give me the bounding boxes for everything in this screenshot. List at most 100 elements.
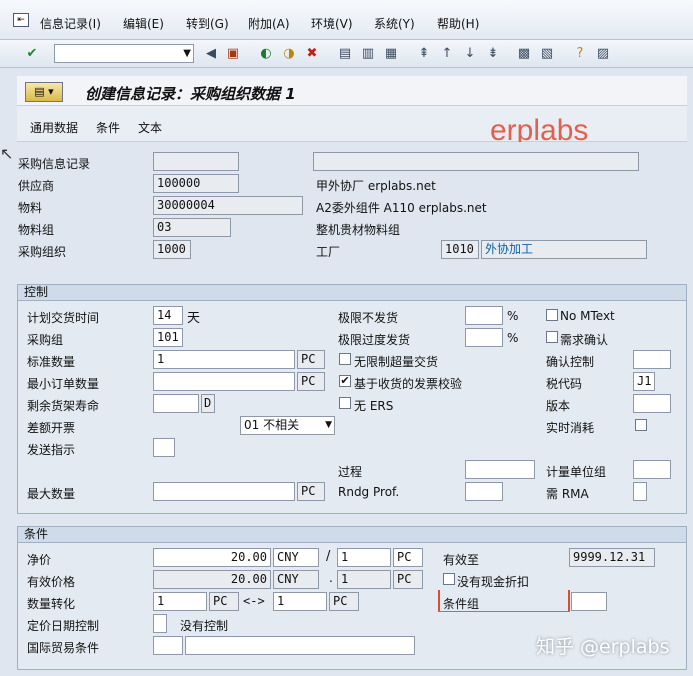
- conf-ctrl-field[interactable]: [633, 350, 671, 369]
- help-icon[interactable]: ?: [572, 46, 588, 62]
- print-icon[interactable]: ▤: [337, 46, 353, 62]
- no-cash-disc-checkbox[interactable]: [443, 573, 455, 585]
- qty-conv-left-unit: PC: [209, 592, 239, 611]
- tab-conditions[interactable]: 条件: [96, 119, 120, 136]
- min-qty-field[interactable]: [153, 372, 295, 391]
- sap-menu-icon[interactable]: ⇤: [13, 13, 29, 27]
- diff-invoice-label: 差额开票: [27, 421, 76, 435]
- qty-conv-right-field[interactable]: 1: [273, 592, 327, 611]
- gr-iv-checkbox[interactable]: ✔: [339, 375, 351, 387]
- chevron-down-icon[interactable]: ▼: [183, 45, 191, 62]
- cancel-icon[interactable]: ✖: [304, 46, 320, 62]
- back-icon[interactable]: ◐: [258, 46, 274, 62]
- back-triangle-icon[interactable]: ◀: [203, 46, 219, 62]
- pricing-date-label: 定价日期控制: [27, 619, 100, 633]
- uom-group-label: 计量单位组: [546, 465, 607, 479]
- plant-desc-field: 外协加工: [481, 240, 647, 259]
- std-qty-label: 标准数量: [27, 355, 76, 369]
- version-label: 版本: [546, 399, 571, 413]
- enter-icon[interactable]: ✔: [24, 46, 40, 62]
- eff-price-currency: CNY: [273, 570, 319, 589]
- no-mtext-checkbox[interactable]: [546, 309, 558, 321]
- process-field[interactable]: [465, 460, 535, 479]
- over-tol-field[interactable]: [465, 328, 503, 347]
- tab-texts[interactable]: 文本: [138, 119, 162, 136]
- cond-group-label: 条件组: [443, 597, 480, 611]
- purch-group-field[interactable]: 101: [153, 328, 183, 347]
- menu-help[interactable]: 帮助(H): [437, 15, 479, 32]
- first-page-icon[interactable]: ⇞: [416, 46, 432, 62]
- find-icon[interactable]: ▥: [360, 46, 376, 62]
- eff-price-field: 20.00: [153, 570, 271, 589]
- exit-icon[interactable]: ◑: [281, 46, 297, 62]
- menu-bar: ⇤ 信息记录(I) 编辑(E) 转到(G) 附加(A) 环境(V) 系统(Y) …: [0, 0, 693, 40]
- vendor-desc: 甲外协厂 erplabs.net: [316, 179, 436, 193]
- menu-environment[interactable]: 环境(V): [311, 15, 353, 32]
- info-record-label: 采购信息记录: [18, 157, 91, 171]
- tax-code-label: 税代码: [546, 377, 583, 391]
- purch-org-label: 采购组织: [18, 245, 67, 259]
- last-page-icon[interactable]: ⇟: [485, 46, 501, 62]
- rt-consume-label: 实时消耗: [546, 421, 595, 435]
- find-next-icon[interactable]: ▦: [383, 46, 399, 62]
- incoterms-field-1[interactable]: [153, 636, 183, 655]
- plan-time-field[interactable]: 14: [153, 306, 183, 325]
- rt-consume-checkbox[interactable]: [635, 419, 647, 431]
- under-tol-label: 极限不发货: [338, 311, 399, 325]
- purch-group-label: 采购组: [27, 333, 64, 347]
- net-price-field[interactable]: 20.00: [153, 548, 271, 567]
- unlimited-checkbox[interactable]: [339, 353, 351, 365]
- uom-group-field[interactable]: [633, 460, 671, 479]
- over-tol-percent: %: [507, 331, 519, 345]
- prev-page-icon[interactable]: ↑: [439, 46, 455, 62]
- rma-field[interactable]: [633, 482, 647, 501]
- under-tol-field[interactable]: [465, 306, 503, 325]
- qty-conv-right-unit: PC: [329, 592, 359, 611]
- no-ers-checkbox[interactable]: [339, 397, 351, 409]
- shelf-life-field[interactable]: [153, 394, 199, 413]
- command-field[interactable]: ▼: [54, 44, 194, 63]
- menu-goto[interactable]: 转到(G): [186, 15, 229, 32]
- vendor-label: 供应商: [18, 179, 55, 193]
- rndg-label: Rndg Prof.: [338, 485, 400, 499]
- valid-to-field: 9999.12.31: [569, 548, 655, 567]
- ack-req-checkbox[interactable]: [546, 331, 558, 343]
- create-session-icon[interactable]: ▩: [516, 46, 532, 62]
- next-page-icon[interactable]: ↓: [462, 46, 478, 62]
- diff-invoice-value: 01 不相关: [244, 418, 300, 432]
- incoterms-field-2[interactable]: [185, 636, 415, 655]
- control-group-title: 控制: [18, 285, 686, 301]
- price-unit-uom[interactable]: PC: [393, 548, 423, 567]
- conditions-group-title: 条件: [18, 527, 686, 543]
- menu-extras[interactable]: 附加(A): [248, 15, 290, 32]
- qty-conv-left-field[interactable]: 1: [153, 592, 207, 611]
- std-qty-field[interactable]: 1: [153, 350, 295, 369]
- version-field[interactable]: [633, 394, 671, 413]
- net-price-currency[interactable]: CNY: [273, 548, 319, 567]
- layout-icon[interactable]: ▨: [595, 46, 611, 62]
- tab-general-data[interactable]: 通用数据: [30, 119, 78, 136]
- save-icon[interactable]: ▣: [225, 46, 241, 62]
- chevron-down-icon[interactable]: ▼: [325, 417, 332, 434]
- max-qty-field[interactable]: [153, 482, 295, 501]
- cond-group-field[interactable]: [571, 592, 607, 611]
- pricing-date-field[interactable]: [153, 614, 167, 633]
- price-unit-field[interactable]: 1: [337, 548, 391, 567]
- net-price-label: 净价: [27, 553, 52, 567]
- process-label: 过程: [338, 465, 363, 479]
- menu-edit[interactable]: 编辑(E): [123, 15, 164, 32]
- menu-info-record[interactable]: 信息记录(I): [40, 15, 101, 32]
- page-title: 创建信息记录：采购组织数据 1: [85, 85, 296, 103]
- menu-system[interactable]: 系统(Y): [374, 15, 415, 32]
- ship-instr-field[interactable]: [153, 438, 175, 457]
- shelf-life-label: 剩余货架寿命: [27, 399, 100, 413]
- diff-invoice-select[interactable]: 01 不相关 ▼: [240, 416, 335, 435]
- tax-code-field[interactable]: J1: [633, 372, 655, 391]
- rndg-field[interactable]: [465, 482, 503, 501]
- pricing-date-desc: 没有控制: [180, 619, 229, 633]
- plant-label: 工厂: [316, 245, 341, 259]
- shortcut-icon[interactable]: ▧: [539, 46, 555, 62]
- gr-iv-label: 基于收货的发票校验: [354, 377, 463, 391]
- menu-toggle-button[interactable]: ▤ ▾: [25, 82, 63, 102]
- eff-price-unit-field: 1: [337, 570, 391, 589]
